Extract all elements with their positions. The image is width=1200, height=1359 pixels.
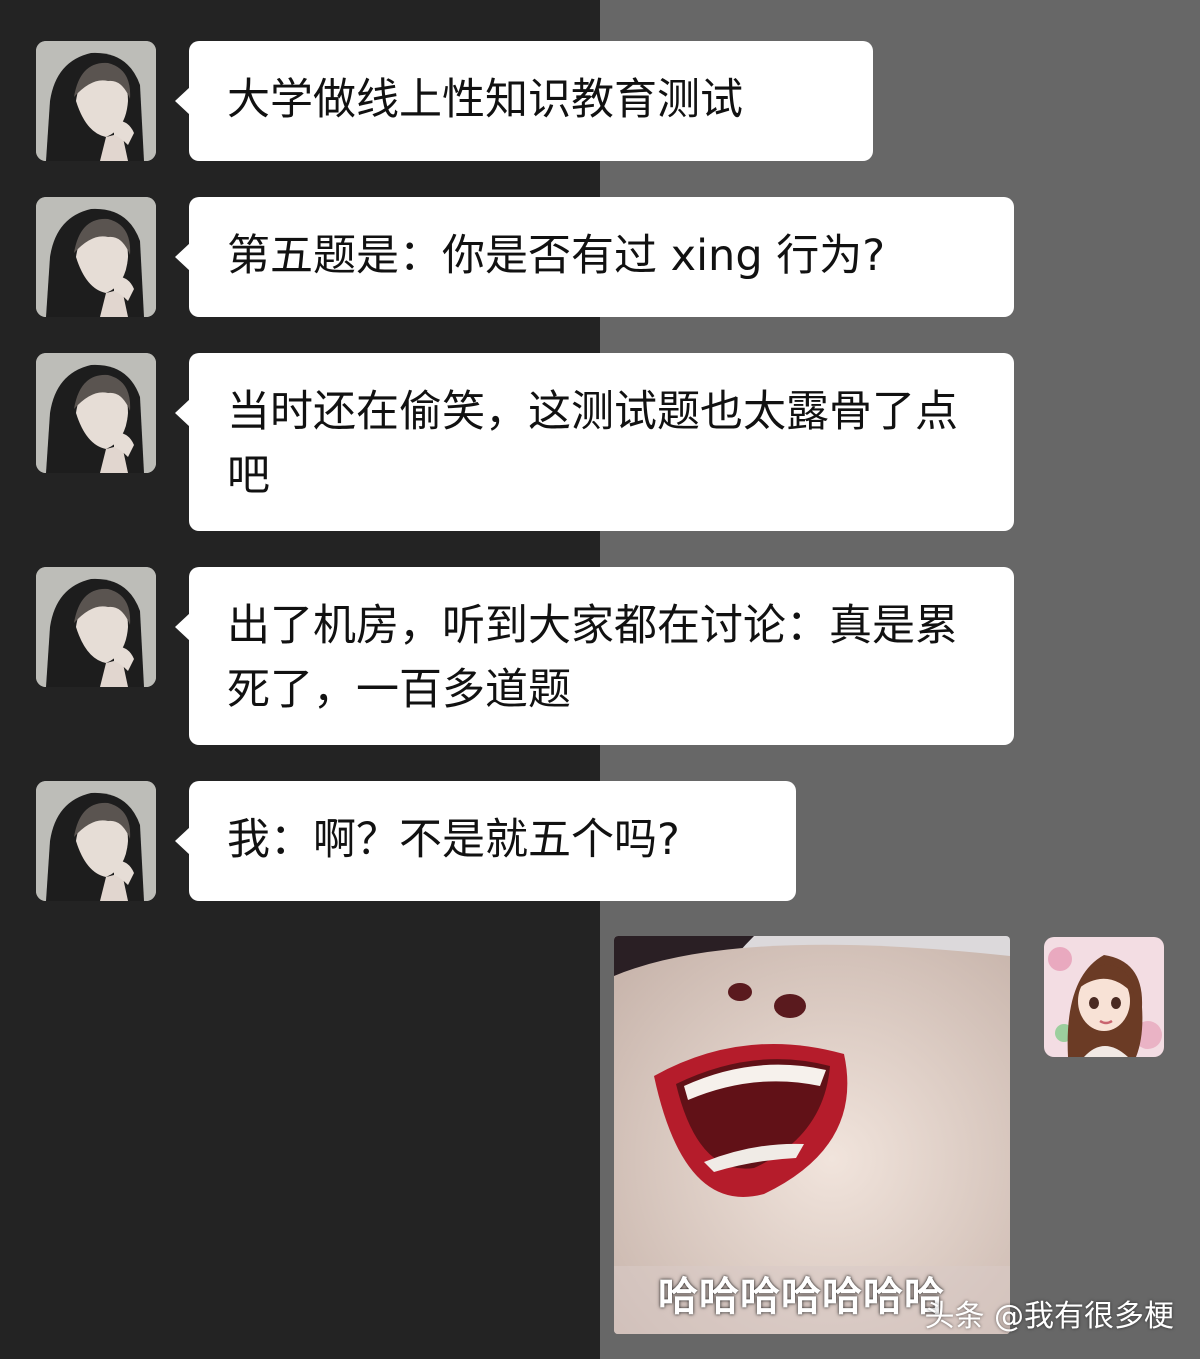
message-bubble[interactable]: 当时还在偷笑，这测试题也太露骨了点吧 — [175, 353, 1014, 531]
male-anime-avatar-icon — [36, 197, 156, 317]
male-anime-avatar-icon — [36, 353, 156, 473]
female-anime-avatar-icon — [1044, 937, 1164, 1057]
message-text: 当时还在偷笑，这测试题也太露骨了点吧 — [227, 387, 958, 501]
male-anime-avatar-icon — [36, 781, 156, 901]
laughing-sticker-image[interactable]: 哈哈哈哈哈哈哈 — [614, 936, 1010, 1334]
message-bubble[interactable]: 出了机房，听到大家都在讨论：真是累死了，一百多道题 — [175, 567, 1014, 745]
message-bubble[interactable]: 大学做线上性知识教育测试 — [175, 41, 873, 161]
male-avatar[interactable] — [36, 353, 156, 473]
male-avatar[interactable] — [36, 41, 156, 161]
male-avatar[interactable] — [36, 781, 156, 901]
male-anime-avatar-icon — [36, 567, 156, 687]
male-avatar[interactable] — [36, 197, 156, 317]
male-avatar[interactable] — [36, 567, 156, 687]
message-bubble[interactable]: 第五题是：你是否有过 xing 行为? — [175, 197, 1014, 317]
message-text: 第五题是：你是否有过 xing 行为? — [227, 231, 886, 281]
female-avatar[interactable] — [1044, 937, 1164, 1057]
message-text: 出了机房，听到大家都在讨论：真是累死了，一百多道题 — [227, 601, 958, 715]
message-text: 大学做线上性知识教育测试 — [227, 75, 743, 125]
watermark: 头条 @我有很多梗 — [924, 1299, 1174, 1334]
message-bubble[interactable]: 我：啊？不是就五个吗? — [175, 781, 796, 901]
message-text: 我：啊？不是就五个吗? — [227, 815, 680, 865]
sticker-caption: 哈哈哈哈哈哈哈 — [658, 1274, 945, 1320]
male-anime-avatar-icon — [36, 41, 156, 161]
